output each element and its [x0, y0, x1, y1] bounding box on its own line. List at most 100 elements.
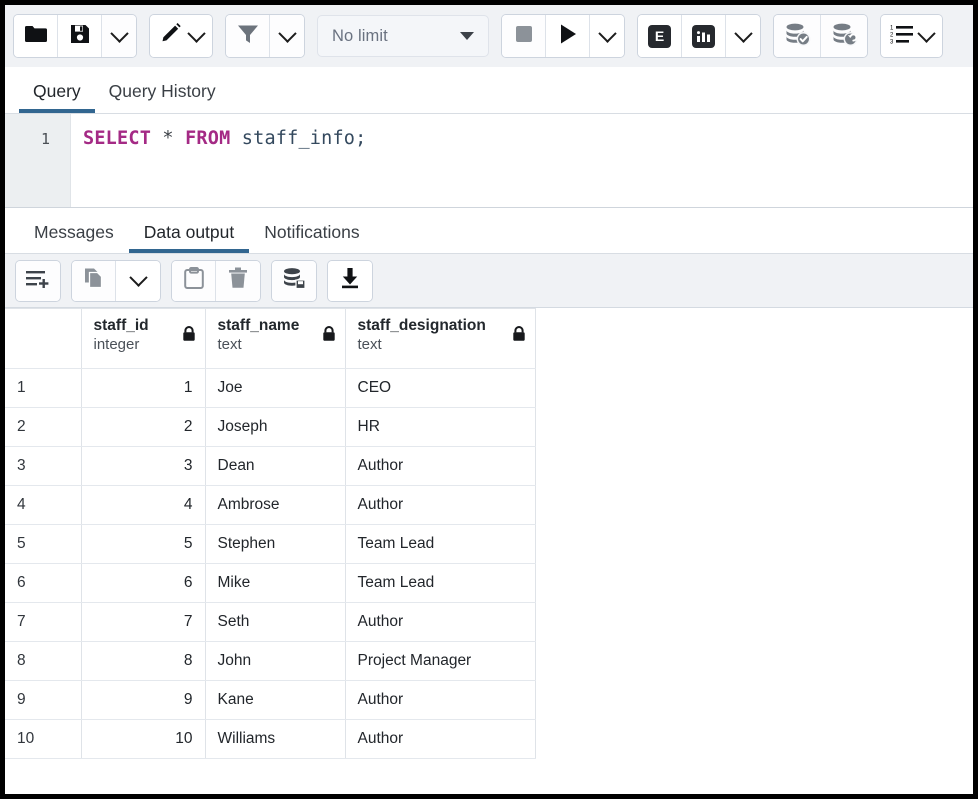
cell-staff_id[interactable]: 9 — [81, 681, 205, 720]
delete-trash-icon — [228, 267, 248, 294]
header-row: staff_id integer staff_name text — [5, 309, 535, 369]
cell-staff_designation[interactable]: Team Lead — [345, 564, 535, 603]
cell-staff_id[interactable]: 10 — [81, 720, 205, 759]
result-table: staff_id integer staff_name text — [5, 308, 536, 759]
column-header-staff-designation[interactable]: staff_designation text — [345, 309, 535, 369]
table-row[interactable]: 66MikeTeam Lead — [5, 564, 535, 603]
save-file-button[interactable] — [58, 15, 102, 57]
cell-staff_designation[interactable]: Author — [345, 603, 535, 642]
cell-staff_name[interactable]: Williams — [205, 720, 345, 759]
result-table-header: staff_id integer staff_name text — [5, 309, 535, 369]
cell-staff_id[interactable]: 7 — [81, 603, 205, 642]
row-number: 5 — [5, 525, 81, 564]
row-number: 8 — [5, 642, 81, 681]
sql-editor[interactable]: 1 SELECT * FROM staff_info; — [5, 114, 973, 208]
explain-analyze-button[interactable] — [682, 15, 726, 57]
editor-code-area[interactable]: SELECT * FROM staff_info; — [71, 114, 973, 207]
execute-query-button[interactable] — [546, 15, 590, 57]
row-number: 6 — [5, 564, 81, 603]
paste-button[interactable] — [172, 261, 216, 301]
table-row[interactable]: 1010WilliamsAuthor — [5, 720, 535, 759]
save-data-changes-button[interactable] — [272, 261, 316, 301]
explain-button-group: E — [637, 14, 761, 58]
open-file-button[interactable] — [14, 15, 58, 57]
column-name: staff_id — [94, 317, 195, 335]
column-header-staff-id[interactable]: staff_id integer — [81, 309, 205, 369]
table-row[interactable]: 99KaneAuthor — [5, 681, 535, 720]
result-table-body: 11JoeCEO22JosephHR33DeanAuthor44AmbroseA… — [5, 369, 535, 759]
cell-staff_name[interactable]: Ambrose — [205, 486, 345, 525]
cell-staff_name[interactable]: Joe — [205, 369, 345, 408]
cell-staff_designation[interactable]: Team Lead — [345, 525, 535, 564]
cell-staff_id[interactable]: 5 — [81, 525, 205, 564]
chevron-down-icon — [278, 24, 296, 42]
tab-notifications[interactable]: Notifications — [249, 224, 374, 254]
cell-staff_designation[interactable]: Author — [345, 720, 535, 759]
download-csv-button[interactable] — [328, 261, 372, 301]
download-group — [327, 260, 373, 302]
cell-staff_designation[interactable]: Author — [345, 486, 535, 525]
column-name: staff_name — [218, 317, 335, 335]
cell-staff_name[interactable]: Stephen — [205, 525, 345, 564]
copy-options-dropdown[interactable] — [116, 261, 160, 301]
rownum-column-header — [5, 309, 81, 369]
data-output-grid[interactable]: staff_id integer staff_name text — [5, 308, 973, 794]
row-limit-value: No limit — [332, 27, 388, 46]
cell-staff_id[interactable]: 6 — [81, 564, 205, 603]
table-row[interactable]: 55StephenTeam Lead — [5, 525, 535, 564]
table-row[interactable]: 77SethAuthor — [5, 603, 535, 642]
table-row[interactable]: 44AmbroseAuthor — [5, 486, 535, 525]
sql-statement-line: SELECT * FROM staff_info; — [83, 128, 973, 150]
tab-messages[interactable]: Messages — [19, 224, 129, 254]
execute-options-dropdown[interactable] — [590, 15, 624, 57]
cell-staff_name[interactable]: Mike — [205, 564, 345, 603]
result-tab-bar: Messages Data output Notifications — [5, 208, 973, 254]
cell-staff_name[interactable]: John — [205, 642, 345, 681]
save-options-dropdown[interactable] — [102, 15, 136, 57]
explain-options-dropdown[interactable] — [726, 15, 760, 57]
row-number: 7 — [5, 603, 81, 642]
cell-staff_name[interactable]: Seth — [205, 603, 345, 642]
row-number: 10 — [5, 720, 81, 759]
table-row[interactable]: 33DeanAuthor — [5, 447, 535, 486]
cell-staff_name[interactable]: Kane — [205, 681, 345, 720]
cell-staff_designation[interactable]: Author — [345, 681, 535, 720]
commit-button[interactable] — [774, 15, 821, 57]
row-number: 2 — [5, 408, 81, 447]
play-triangle-icon — [557, 22, 579, 51]
tab-data-output[interactable]: Data output — [129, 224, 249, 254]
stop-query-button[interactable] — [502, 15, 546, 57]
cell-staff_id[interactable]: 1 — [81, 369, 205, 408]
explain-button[interactable]: E — [638, 15, 682, 57]
copy-button[interactable] — [72, 261, 116, 301]
table-row[interactable]: 22JosephHR — [5, 408, 535, 447]
tab-query-history[interactable]: Query History — [95, 83, 230, 114]
cell-staff_name[interactable]: Dean — [205, 447, 345, 486]
cell-staff_designation[interactable]: Project Manager — [345, 642, 535, 681]
row-number: 9 — [5, 681, 81, 720]
cell-staff_id[interactable]: 3 — [81, 447, 205, 486]
cell-staff_designation[interactable]: HR — [345, 408, 535, 447]
filter-options-dropdown[interactable] — [270, 15, 304, 57]
edit-button[interactable] — [150, 15, 212, 57]
column-header-staff-name[interactable]: staff_name text — [205, 309, 345, 369]
execute-button-group — [501, 14, 625, 58]
cell-staff_id[interactable]: 4 — [81, 486, 205, 525]
cell-staff_designation[interactable]: CEO — [345, 369, 535, 408]
cell-staff_id[interactable]: 2 — [81, 408, 205, 447]
row-limit-select[interactable]: No limit — [317, 15, 489, 57]
add-row-button[interactable] — [16, 261, 60, 301]
cell-staff_name[interactable]: Joseph — [205, 408, 345, 447]
delete-row-button[interactable] — [216, 261, 260, 301]
filter-button[interactable] — [226, 15, 270, 57]
cell-staff_id[interactable]: 8 — [81, 642, 205, 681]
tab-query[interactable]: Query — [19, 83, 95, 114]
macros-button[interactable]: 1 2 3 — [881, 15, 942, 57]
numbered-list-icon: 1 2 3 — [890, 23, 914, 50]
table-row[interactable]: 88JohnProject Manager — [5, 642, 535, 681]
cell-staff_designation[interactable]: Author — [345, 447, 535, 486]
copy-icon — [83, 267, 105, 294]
table-row[interactable]: 11JoeCEO — [5, 369, 535, 408]
rollback-button[interactable] — [821, 15, 867, 57]
lock-icon — [512, 326, 526, 347]
